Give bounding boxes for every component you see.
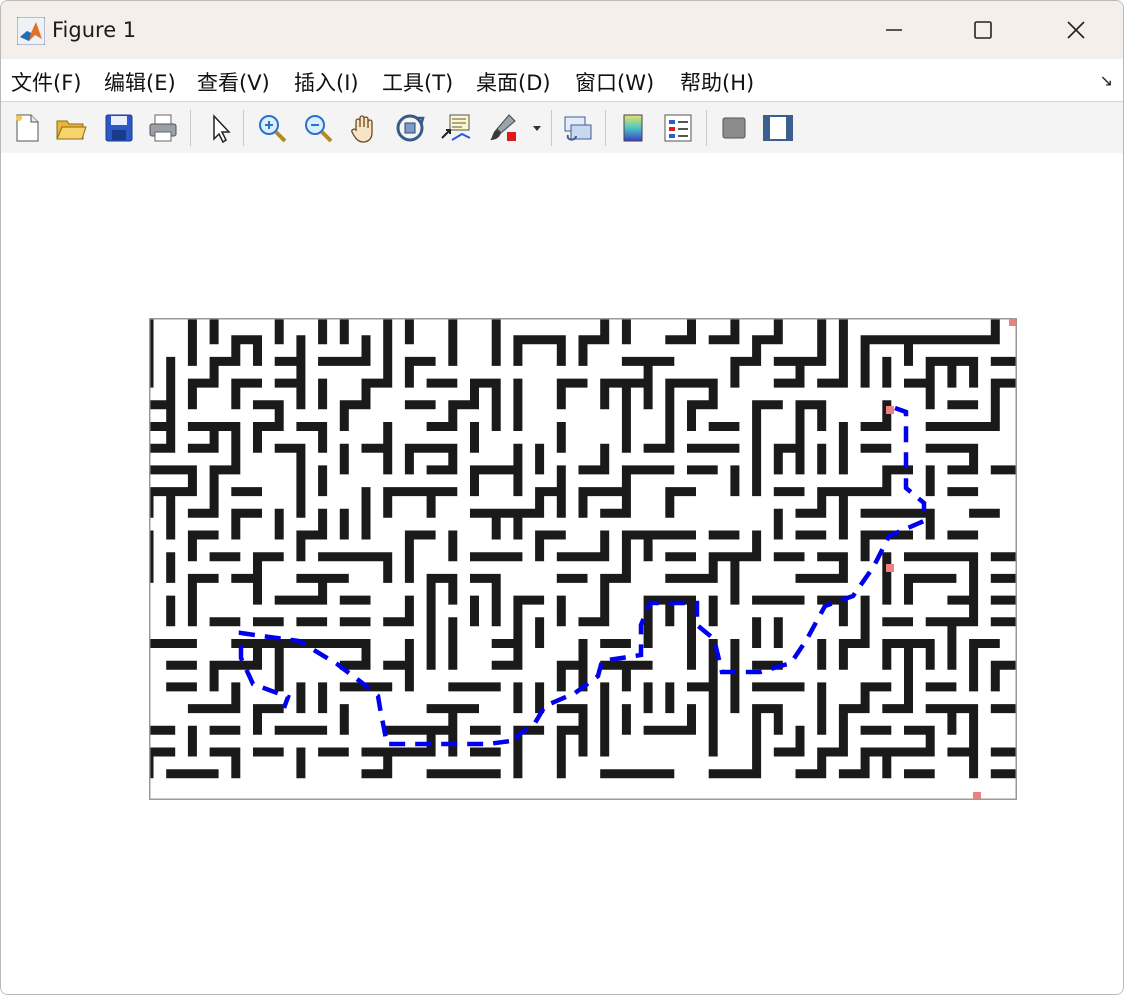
show-plot-tools-icon[interactable] (762, 112, 794, 144)
edit-plot-arrow-icon[interactable] (205, 112, 237, 144)
toolbar-separator (243, 110, 244, 146)
colorbar-icon[interactable] (617, 112, 649, 144)
toolbar-separator (706, 110, 707, 146)
window-title: Figure 1 (52, 18, 137, 42)
toolbar-separator (605, 110, 606, 146)
menu-help[interactable]: 帮助(H) (680, 67, 754, 97)
close-icon (1067, 21, 1085, 39)
menu-edit[interactable]: 编辑(E) (104, 67, 176, 97)
hide-plot-tools-icon[interactable] (718, 112, 750, 144)
save-icon[interactable] (103, 112, 135, 144)
link-plot-icon[interactable] (562, 112, 594, 144)
minimize-button[interactable] (849, 1, 939, 59)
figure-window: Figure 1 文件(F) 编辑(E) 查看(V) 插入(I) 工具(T) 桌… (0, 0, 1124, 995)
zoom-in-icon[interactable] (256, 112, 288, 144)
minimize-icon (886, 29, 902, 31)
menu-insert[interactable]: 插入(I) (294, 67, 359, 97)
print-icon[interactable] (147, 112, 179, 144)
menu-tools[interactable]: 工具(T) (382, 67, 453, 97)
maximize-icon (974, 21, 992, 39)
new-figure-icon[interactable] (11, 112, 43, 144)
waypoint-marker (886, 406, 894, 414)
toolbar-separator (190, 110, 191, 146)
legend-icon[interactable] (662, 112, 694, 144)
open-file-icon[interactable] (55, 112, 87, 144)
maze-plot[interactable] (149, 318, 1017, 800)
figure-toolbar (1, 101, 1123, 154)
rotate-3d-icon[interactable] (394, 112, 426, 144)
waypoint-marker (886, 564, 894, 572)
close-button[interactable] (1031, 1, 1121, 59)
matlab-logo-icon (17, 17, 45, 45)
menu-desktop[interactable]: 桌面(D) (476, 67, 551, 97)
maximize-button[interactable] (938, 1, 1028, 59)
data-cursor-icon[interactable] (440, 112, 472, 144)
brush-icon[interactable] (487, 112, 519, 144)
brush-dropdown-icon[interactable] (529, 112, 545, 144)
pan-hand-icon[interactable] (348, 112, 380, 144)
menu-file[interactable]: 文件(F) (11, 67, 81, 97)
zoom-out-icon[interactable] (302, 112, 334, 144)
title-bar[interactable]: Figure 1 (1, 1, 1123, 59)
undock-arrow-icon[interactable]: ↘ (1100, 71, 1113, 90)
toolbar-separator (551, 110, 552, 146)
menu-window[interactable]: 窗口(W) (575, 67, 654, 97)
menu-view[interactable]: 查看(V) (197, 67, 270, 97)
menu-bar: 文件(F) 编辑(E) 查看(V) 插入(I) 工具(T) 桌面(D) 窗口(W… (1, 59, 1123, 100)
